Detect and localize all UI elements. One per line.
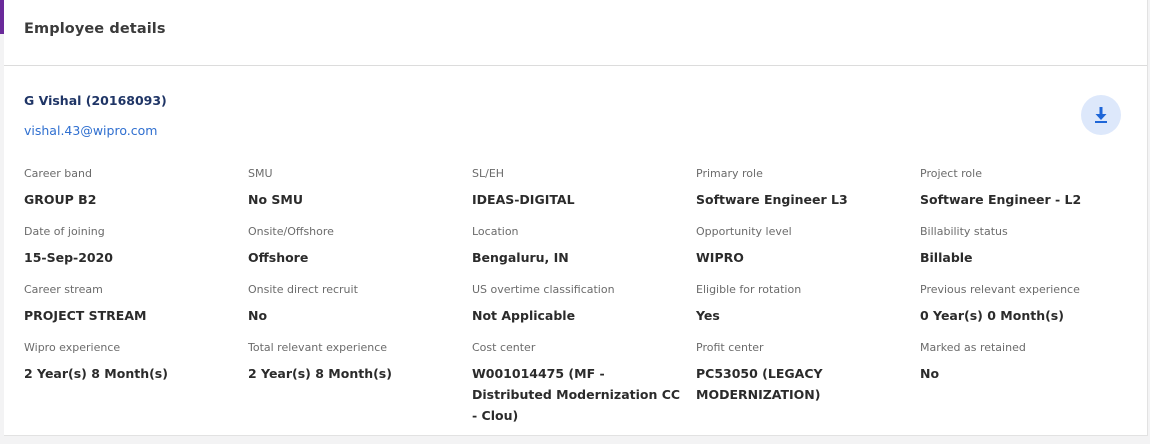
field-value: W001014475 (MF - Distributed Modernizati…	[472, 366, 681, 423]
field-label: Onsite direct recruit	[248, 283, 358, 296]
field-career-band: Career band GROUP B2	[24, 167, 239, 210]
field-label: Career band	[24, 167, 92, 180]
field-label: SL/EH	[472, 167, 505, 180]
field-career-stream: Career stream PROJECT STREAM	[24, 283, 239, 326]
field-label: Wipro experience	[24, 341, 121, 354]
employee-name: G Vishal (20168093)	[24, 93, 167, 108]
field-label: Location	[472, 225, 519, 238]
field-onsite-offshore: Onsite/Offshore Offshore	[248, 225, 463, 268]
field-value: Bengaluru, IN	[472, 250, 569, 265]
field-smu: SMU No SMU	[248, 167, 463, 210]
field-previous-relevant-experience: Previous relevant experience 0 Year(s) 0…	[920, 283, 1135, 326]
field-value: No	[248, 308, 268, 323]
field-billability-status: Billability status Billable	[920, 225, 1135, 268]
field-wipro-experience: Wipro experience 2 Year(s) 8 Month(s)	[24, 341, 239, 384]
field-label: Total relevant experience	[248, 341, 388, 354]
field-label: Project role	[920, 167, 982, 180]
field-eligible-for-rotation: Eligible for rotation Yes	[696, 283, 911, 326]
field-value: 2 Year(s) 8 Month(s)	[24, 366, 168, 381]
field-cost-center: Cost center W001014475 (MF - Distributed…	[472, 341, 687, 426]
field-label: Marked as retained	[920, 341, 1026, 354]
field-value: 15-Sep-2020	[24, 250, 113, 265]
field-location: Location Bengaluru, IN	[472, 225, 687, 268]
field-label: Onsite/Offshore	[248, 225, 334, 238]
field-onsite-direct-recruit: Onsite direct recruit No	[248, 283, 463, 326]
field-profit-center: Profit center PC53050 (LEGACY MODERNIZAT…	[696, 341, 911, 405]
field-value: WIPRO	[696, 250, 744, 265]
field-value: No	[920, 366, 940, 381]
field-value: Software Engineer - L2	[920, 192, 1082, 207]
field-date-of-joining: Date of joining 15-Sep-2020	[24, 225, 239, 268]
field-sl-eh: SL/EH IDEAS-DIGITAL	[472, 167, 687, 210]
field-value: GROUP B2	[24, 192, 97, 207]
field-label: Opportunity level	[696, 225, 792, 238]
field-value: Yes	[696, 308, 720, 323]
field-value: Billable	[920, 250, 973, 265]
field-label: Billability status	[920, 225, 1008, 238]
field-value: No SMU	[248, 192, 303, 207]
field-label: Profit center	[696, 341, 764, 354]
field-label: Previous relevant experience	[920, 283, 1080, 296]
field-value: PROJECT STREAM	[24, 308, 147, 323]
field-value: Not Applicable	[472, 308, 576, 323]
card-title: Employee details	[24, 21, 166, 37]
field-value: Offshore	[248, 250, 309, 265]
field-opportunity-level: Opportunity level WIPRO	[696, 225, 911, 268]
field-total-relevant-experience: Total relevant experience 2 Year(s) 8 Mo…	[248, 341, 463, 384]
download-button[interactable]	[1081, 95, 1121, 135]
download-icon	[1095, 107, 1107, 123]
field-label: US overtime classification	[472, 283, 615, 296]
field-label: Date of joining	[24, 225, 105, 238]
field-us-overtime-classification: US overtime classification Not Applicabl…	[472, 283, 687, 326]
field-value: 0 Year(s) 0 Month(s)	[920, 308, 1064, 323]
field-label: Eligible for rotation	[696, 283, 802, 296]
field-primary-role: Primary role Software Engineer L3	[696, 167, 911, 210]
employee-email-link[interactable]: vishal.43@wipro.com	[24, 123, 157, 138]
card-header: Employee details	[4, 0, 1147, 66]
field-value: 2 Year(s) 8 Month(s)	[248, 366, 392, 381]
field-marked-as-retained: Marked as retained No	[920, 341, 1135, 384]
field-project-role: Project role Software Engineer - L2	[920, 167, 1135, 210]
field-value: Software Engineer L3	[696, 192, 848, 207]
field-label: SMU	[248, 167, 273, 180]
field-value: IDEAS-DIGITAL	[472, 192, 575, 207]
field-label: Career stream	[24, 283, 103, 296]
field-label: Primary role	[696, 167, 763, 180]
field-label: Cost center	[472, 341, 536, 354]
employee-details-card: Employee details G Vishal (20168093) vis…	[4, 0, 1148, 436]
field-value: PC53050 (LEGACY MODERNIZATION)	[696, 366, 823, 402]
